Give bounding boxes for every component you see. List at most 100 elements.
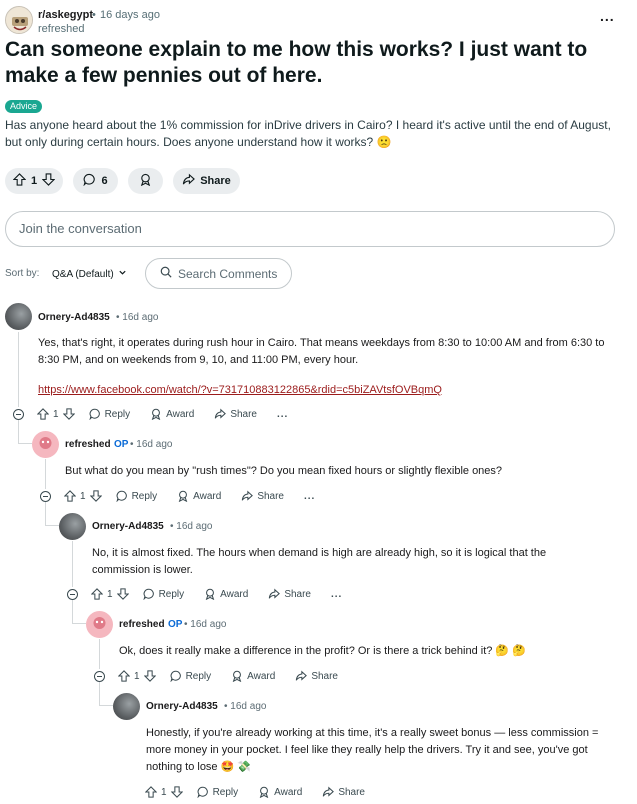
- collapse-thread-button[interactable]: [67, 589, 78, 600]
- search-comments-input[interactable]: Search Comments: [145, 258, 292, 289]
- subreddit-avatar[interactable]: [5, 6, 33, 34]
- thread-connector: [72, 600, 73, 624]
- upvote-icon[interactable]: [91, 588, 103, 600]
- comment-time: • 16d ago: [184, 619, 227, 630]
- comment-link[interactable]: https://www.facebook.com/watch/?v=731710…: [38, 384, 442, 396]
- downvote-icon[interactable]: [116, 588, 129, 600]
- comment-icon: [197, 786, 208, 798]
- thread-connector: [99, 682, 100, 706]
- share-label: Share: [200, 175, 231, 187]
- search-comments-label: Search Comments: [178, 266, 278, 281]
- comment-author[interactable]: Ornery-Ad4835: [146, 701, 218, 712]
- comment-actions: 1 Reply Award Share: [145, 784, 365, 800]
- post-author[interactable]: refreshed: [38, 23, 84, 35]
- comment-icon: [143, 588, 154, 600]
- join-conversation-input[interactable]: Join the conversation: [5, 211, 615, 247]
- thread-connector: [72, 623, 86, 624]
- downvote-icon[interactable]: [170, 786, 183, 798]
- avatar[interactable]: [59, 513, 86, 540]
- vote-group: 1: [37, 408, 75, 420]
- comment-text: Honestly, if you're already working at t…: [146, 727, 599, 773]
- award-icon: [232, 670, 242, 682]
- comment-author[interactable]: Ornery-Ad4835: [92, 521, 164, 532]
- vote-count: 1: [53, 408, 59, 420]
- reply-button[interactable]: Reply: [89, 408, 130, 420]
- collapse-thread-button[interactable]: [94, 671, 105, 682]
- vote-pill: 1: [5, 168, 63, 194]
- upvote-icon[interactable]: [12, 173, 27, 189]
- comment-author[interactable]: refreshed: [119, 619, 165, 630]
- avatar[interactable]: [113, 693, 140, 720]
- thread-line[interactable]: [72, 541, 73, 587]
- share-button[interactable]: Share: [214, 408, 257, 420]
- avatar[interactable]: [86, 611, 113, 638]
- comment-icon: [116, 490, 127, 502]
- reply-button[interactable]: Reply: [143, 588, 184, 600]
- vote-count: 1: [107, 588, 113, 600]
- award-button[interactable]: Award: [231, 670, 275, 682]
- award-button[interactable]: [128, 168, 163, 194]
- comment-time: • 16d ago: [224, 701, 267, 712]
- comment-count: 6: [101, 175, 108, 187]
- award-button[interactable]: Award: [258, 786, 302, 798]
- search-icon: [160, 266, 172, 281]
- vote-count: 1: [30, 175, 38, 187]
- share-button[interactable]: Share: [295, 670, 338, 682]
- post-flair[interactable]: Advice: [5, 100, 43, 113]
- upvote-icon[interactable]: [64, 490, 76, 502]
- reply-button[interactable]: Reply: [170, 670, 211, 682]
- more-options-button[interactable]: ...: [304, 491, 315, 502]
- post-time: 16 days ago: [100, 9, 160, 21]
- collapse-thread-button[interactable]: [40, 491, 51, 502]
- thread-connector: [18, 420, 19, 444]
- reply-button[interactable]: Reply: [197, 786, 238, 798]
- downvote-icon[interactable]: [143, 670, 156, 682]
- share-icon: [215, 408, 227, 419]
- avatar[interactable]: [5, 303, 32, 330]
- more-options-button[interactable]: ...: [600, 9, 615, 23]
- avatar[interactable]: [32, 431, 59, 458]
- award-button[interactable]: Award: [177, 490, 221, 502]
- thread-line[interactable]: [99, 639, 100, 669]
- comment-actions: 1 Reply Award Share: [118, 668, 338, 684]
- comment-text: But what do you mean by "rush times"? Do…: [65, 465, 503, 477]
- downvote-icon[interactable]: [89, 490, 102, 502]
- subreddit-name[interactable]: r/askegypt: [38, 9, 93, 21]
- more-options-button[interactable]: ...: [277, 409, 288, 420]
- downvote-icon[interactable]: [41, 173, 56, 189]
- share-button[interactable]: Share: [268, 588, 311, 600]
- comment-actions: 1 Reply Award Share ...: [91, 586, 342, 602]
- share-button[interactable]: Share: [322, 786, 365, 798]
- thread-line[interactable]: [18, 332, 19, 407]
- share-button[interactable]: Share: [241, 490, 284, 502]
- op-badge: OP: [114, 439, 129, 450]
- upvote-icon[interactable]: [118, 670, 130, 682]
- comments-button[interactable]: 6: [73, 168, 118, 194]
- share-icon: [182, 173, 196, 189]
- sort-label: Sort by:: [5, 268, 40, 279]
- thread-connector: [18, 443, 32, 444]
- comment-author[interactable]: Ornery-Ad4835: [38, 312, 110, 323]
- more-options-button[interactable]: ...: [331, 589, 342, 600]
- thread-line[interactable]: [45, 459, 46, 489]
- comment-icon: [170, 670, 181, 682]
- upvote-icon[interactable]: [145, 786, 157, 798]
- reply-button[interactable]: Reply: [116, 490, 157, 502]
- thread-connector: [45, 525, 59, 526]
- share-icon: [296, 670, 308, 681]
- thread-connector: [45, 502, 46, 526]
- collapse-thread-button[interactable]: [13, 409, 24, 420]
- award-button[interactable]: Award: [150, 408, 194, 420]
- vote-count: 1: [80, 490, 86, 502]
- sort-dropdown[interactable]: Q&A (Default): [52, 268, 127, 280]
- upvote-icon[interactable]: [37, 408, 49, 420]
- share-button[interactable]: Share: [173, 168, 240, 194]
- chevron-down-icon: [118, 268, 127, 280]
- comment-author[interactable]: refreshed: [65, 439, 111, 450]
- thread-connector: [99, 705, 113, 706]
- share-icon: [269, 588, 281, 599]
- comment-text: No, it is almost fixed. The hours when d…: [92, 547, 547, 576]
- comment-icon: [83, 173, 96, 189]
- award-button[interactable]: Award: [204, 588, 248, 600]
- downvote-icon[interactable]: [62, 408, 75, 420]
